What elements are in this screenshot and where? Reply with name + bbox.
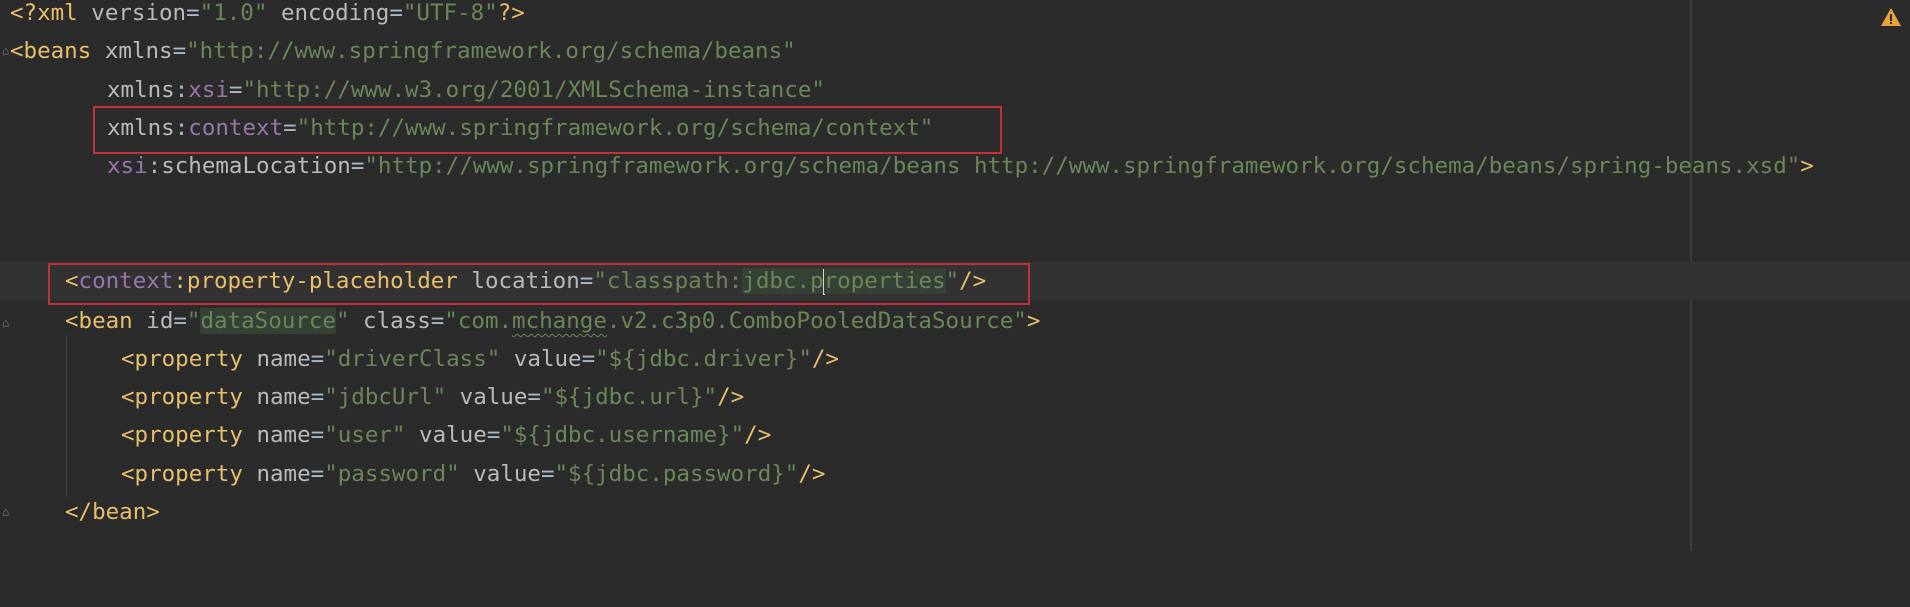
token: "driverClass" xyxy=(324,346,501,372)
token: > xyxy=(146,499,160,525)
token: value xyxy=(419,422,487,448)
token: schemaLocation xyxy=(161,153,351,179)
code-line-9[interactable]: <bean id="dataSource" class="com.mchange… xyxy=(0,302,1910,340)
token: property xyxy=(134,422,243,448)
token: xml xyxy=(37,0,78,26)
token: ?> xyxy=(497,0,525,26)
token: bean xyxy=(78,308,133,334)
token: dataSource xyxy=(200,308,336,334)
token: "${jdbc.username}" xyxy=(500,422,745,448)
token: < xyxy=(121,346,135,372)
token: version xyxy=(91,0,187,26)
token: name xyxy=(256,346,311,372)
token: = xyxy=(310,422,325,448)
token: "1.0" xyxy=(199,0,268,26)
token: "${jdbc.url}" xyxy=(540,384,718,410)
token: < xyxy=(121,384,135,410)
token: "http://www.w3.org/2001/XMLSchema-instan… xyxy=(242,77,825,103)
token: "${jdbc.password}" xyxy=(554,461,799,487)
token: xsi xyxy=(188,77,229,103)
token: name xyxy=(256,461,311,487)
token: value xyxy=(473,461,541,487)
token: property xyxy=(134,461,243,487)
token: name xyxy=(256,384,311,410)
token: = xyxy=(350,153,365,179)
token: /> xyxy=(798,461,826,487)
token: xsi xyxy=(107,153,148,179)
token: bean xyxy=(92,499,147,525)
token: = xyxy=(228,77,243,103)
token: "http://www.springframework.org/schema/b… xyxy=(186,38,796,64)
token: = xyxy=(310,346,325,372)
token: /> xyxy=(811,346,839,372)
code-editor[interactable]: ⌂ ⌂ ⌂ <?xml version="1.0" encoding="UTF-… xyxy=(0,0,1910,551)
token: property xyxy=(134,384,243,410)
token: < xyxy=(121,422,135,448)
token: = xyxy=(310,384,325,410)
token: /> xyxy=(744,422,772,448)
token: < xyxy=(10,38,24,64)
token: < xyxy=(121,461,135,487)
token: : xyxy=(147,153,162,179)
token: = xyxy=(486,422,501,448)
token: < xyxy=(65,308,79,334)
token: = xyxy=(173,308,187,334)
token: "${jdbc.driver}" xyxy=(595,346,812,372)
token: class xyxy=(363,308,431,334)
token: "http://www.springframework.org/schema/b… xyxy=(364,153,1801,179)
token: = xyxy=(540,461,555,487)
token: name xyxy=(256,422,311,448)
token: = xyxy=(310,461,325,487)
token: = xyxy=(527,384,541,410)
token: encoding xyxy=(280,0,390,26)
token: property xyxy=(134,346,243,372)
token: " xyxy=(186,308,201,334)
token: "com. xyxy=(444,308,513,334)
token: "user" xyxy=(324,422,406,448)
code-line-1[interactable]: <?xml version="1.0" encoding="UTF-8"?> xyxy=(0,0,1910,32)
token: = xyxy=(581,346,596,372)
token: <? xyxy=(10,0,38,26)
code-line-12[interactable]: <property name="user" value="${jdbc.user… xyxy=(0,416,1910,454)
token: beans xyxy=(23,38,92,64)
token: "password" xyxy=(324,461,460,487)
token: value xyxy=(459,384,528,410)
token: value xyxy=(513,346,582,372)
code-line-14[interactable]: </bean> xyxy=(0,493,1910,531)
token: "jdbcUrl" xyxy=(324,384,447,410)
token: "UTF-8" xyxy=(402,0,498,26)
code-line-13[interactable]: <property name="password" value="${jdbc.… xyxy=(0,455,1910,493)
highlight-box-property-placeholder xyxy=(48,263,1030,305)
token: = xyxy=(430,308,445,334)
code-line-5[interactable]: xsi:schemaLocation="http://www.springfra… xyxy=(0,147,1910,185)
token: xmlns xyxy=(104,38,173,64)
token: mchange xyxy=(512,308,607,334)
token: .v2.c3p0.ComboPooledDataSource" xyxy=(606,308,1027,334)
token: " xyxy=(335,308,350,334)
code-line-2[interactable]: <beans xmlns="http://www.springframework… xyxy=(0,32,1910,70)
token: : xyxy=(174,77,189,103)
token: xmlns xyxy=(107,77,175,103)
code-line-11[interactable]: <property name="jdbcUrl" value="${jdbc.u… xyxy=(0,378,1910,416)
token: > xyxy=(1026,308,1041,334)
token: > xyxy=(1800,153,1814,179)
token: </ xyxy=(65,499,93,525)
token: /> xyxy=(717,384,745,410)
token: id xyxy=(146,308,174,334)
token: = xyxy=(172,38,187,64)
code-line-10[interactable]: <property name="driverClass" value="${jd… xyxy=(0,340,1910,378)
code-line-3[interactable]: xmlns:xsi="http://www.w3.org/2001/XMLSch… xyxy=(0,71,1910,109)
